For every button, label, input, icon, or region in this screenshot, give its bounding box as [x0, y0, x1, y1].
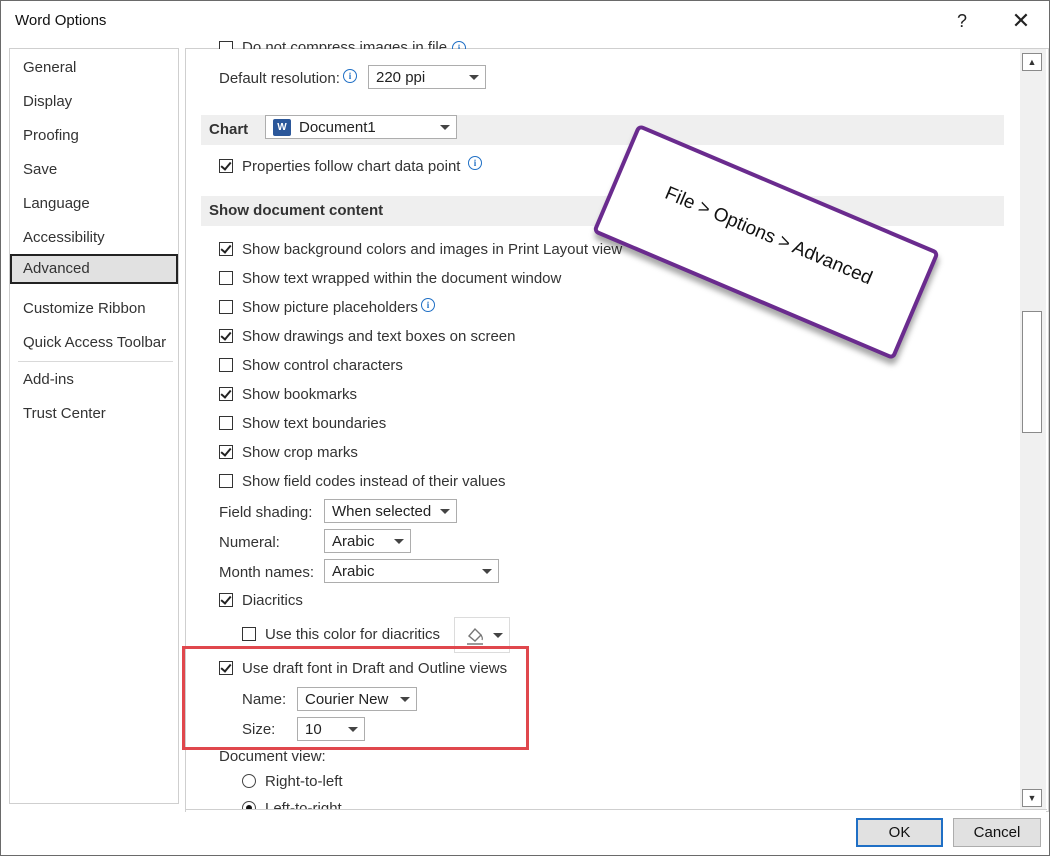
title-bar: Word Options ? ✕ [1, 1, 1049, 41]
info-icon: i [468, 156, 482, 170]
content-bottom-border [185, 809, 1047, 810]
option-checkbox[interactable] [219, 416, 233, 430]
scroll-clip [187, 49, 1019, 55]
sidebar-item-advanced[interactable]: Advanced [10, 254, 178, 284]
sidebar-nav: General Display Proofing Save Language A… [9, 48, 179, 804]
option-checkbox[interactable] [219, 445, 233, 459]
month-names-value: Arabic [332, 563, 375, 580]
field-shading-dropdown[interactable]: When selected [324, 499, 457, 523]
option-checkbox[interactable] [219, 474, 233, 488]
option-label: Show drawings and text boxes on screen [242, 328, 516, 345]
field-shading-label: Field shading: [219, 504, 313, 521]
right-to-left-radio[interactable] [242, 774, 256, 788]
sidebar-item-quick-access-toolbar[interactable]: Quick Access Toolbar [10, 328, 178, 358]
close-icon[interactable]: ✕ [1001, 5, 1041, 37]
sidebar-item-trust-center[interactable]: Trust Center [10, 399, 178, 429]
resolution-value: 220 ppi [376, 69, 426, 86]
sidebar-item-proofing[interactable]: Proofing [10, 121, 178, 151]
sidebar-item-save[interactable]: Save [10, 155, 178, 185]
sidebar-divider [18, 361, 173, 362]
paint-bucket-icon [467, 627, 483, 645]
dialog-title: Word Options [15, 12, 107, 29]
month-names-label: Month names: [219, 564, 315, 581]
diacritics-label: Diacritics [242, 592, 303, 609]
sidebar-item-language[interactable]: Language [10, 189, 178, 219]
sidebar-item-accessibility[interactable]: Accessibility [10, 223, 178, 253]
numeral-label: Numeral: [219, 534, 280, 551]
diacritics-color-label: Use this color for diacritics [265, 626, 441, 643]
help-button[interactable]: ? [942, 5, 982, 37]
scroll-down-arrow-icon[interactable]: ▼ [1022, 789, 1042, 807]
section-title: Show document content [209, 202, 384, 219]
scroll-up-arrow-icon[interactable]: ▲ [1022, 53, 1042, 71]
scrollbar-thumb[interactable] [1022, 311, 1042, 433]
cancel-button[interactable]: Cancel [953, 818, 1041, 847]
properties-follow-checkbox[interactable] [219, 159, 233, 173]
field-shading-value: When selected [332, 503, 432, 520]
chevron-down-icon [493, 633, 503, 638]
info-icon: i [343, 69, 357, 83]
chevron-down-icon [440, 509, 450, 514]
sidebar-item-display[interactable]: Display [10, 87, 178, 117]
option-checkbox[interactable] [219, 271, 233, 285]
option-label: Show bookmarks [242, 386, 358, 403]
option-label: Show picture placeholders [242, 299, 418, 316]
option-label: Show crop marks [242, 444, 358, 461]
sidebar-item-add-ins[interactable]: Add-ins [10, 365, 178, 395]
chart-document-dropdown[interactable]: W Document1 [265, 115, 457, 139]
vertical-scrollbar[interactable]: ▲ ▼ [1020, 49, 1046, 809]
option-label: Show text boundaries [242, 415, 387, 432]
diacritics-checkbox[interactable] [219, 593, 233, 607]
option-checkbox[interactable] [219, 387, 233, 401]
option-checkbox[interactable] [219, 329, 233, 343]
option-checkbox[interactable] [219, 300, 233, 314]
sidebar-item-customize-ribbon[interactable]: Customize Ribbon [10, 294, 178, 324]
numeral-dropdown[interactable]: Arabic [324, 529, 411, 553]
right-to-left-label: Right-to-left [265, 773, 343, 790]
highlight-box [182, 646, 529, 750]
option-checkbox[interactable] [219, 242, 233, 256]
word-document-icon: W [273, 119, 291, 136]
section-title: Chart [209, 121, 249, 138]
diacritics-color-checkbox[interactable] [242, 627, 256, 641]
chart-document-value: Document1 [299, 119, 376, 136]
option-label: Show control characters [242, 357, 403, 374]
sidebar-item-general[interactable]: General [10, 53, 178, 83]
option-label: Show background colors and images in Pri… [242, 241, 623, 258]
document-view-label: Document view: [219, 748, 326, 765]
info-icon: i [421, 298, 435, 312]
option-checkbox[interactable] [219, 358, 233, 372]
chevron-down-icon [440, 125, 450, 130]
word-options-dialog: Word Options ? ✕ General Display Proofin… [0, 0, 1050, 856]
chevron-down-icon [482, 569, 492, 574]
option-label: Show text wrapped within the document wi… [242, 270, 562, 287]
ok-button[interactable]: OK [856, 818, 943, 847]
resolution-dropdown[interactable]: 220 ppi [368, 65, 486, 89]
option-label: Show field codes instead of their values [242, 473, 506, 490]
month-names-dropdown[interactable]: Arabic [324, 559, 499, 583]
default-resolution-label: Default resolution: [219, 70, 340, 87]
numeral-value: Arabic [332, 533, 375, 550]
chevron-down-icon [469, 75, 479, 80]
chevron-down-icon [394, 539, 404, 544]
properties-follow-label: Properties follow chart data point [242, 158, 461, 175]
